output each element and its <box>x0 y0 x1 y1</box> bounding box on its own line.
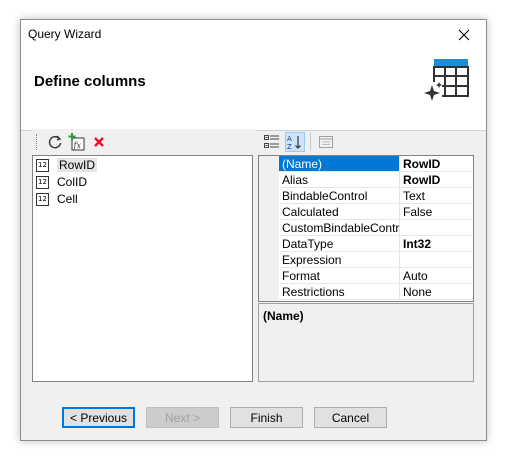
property-name[interactable]: Calculated <box>279 204 400 220</box>
title-bar: Query Wizard <box>21 20 486 49</box>
numeric-type-icon: 12 <box>36 158 49 172</box>
toolbar-separator <box>310 133 311 151</box>
property-name[interactable]: Format <box>279 268 400 284</box>
property-name[interactable]: Restrictions <box>279 284 400 300</box>
property-row[interactable]: Expression <box>259 252 473 268</box>
svg-text:Z: Z <box>287 143 292 150</box>
refresh-icon <box>48 135 62 149</box>
list-item[interactable]: 12 ColID <box>33 174 252 190</box>
row-gutter <box>259 268 279 284</box>
property-name[interactable]: Expression <box>279 252 400 268</box>
sort-az-icon: A Z <box>287 135 301 150</box>
wizard-header: Define columns <box>21 49 486 131</box>
property-value[interactable]: Text <box>400 188 473 204</box>
column-label: ColID <box>57 175 88 189</box>
row-gutter <box>259 252 279 268</box>
row-gutter <box>259 236 279 252</box>
previous-button[interactable]: < Previous <box>62 407 135 428</box>
property-value[interactable]: False <box>400 204 473 220</box>
close-icon <box>458 29 470 40</box>
add-calculated-column-button[interactable]: fx <box>68 133 86 151</box>
next-button[interactable]: Next > <box>146 407 219 428</box>
delete-column-button[interactable] <box>90 133 108 151</box>
property-row[interactable]: Alias RowID <box>259 172 473 188</box>
property-value[interactable]: Int32 <box>400 236 473 252</box>
property-grid[interactable]: (Name) RowID Alias RowID BindableControl Text… <box>258 155 474 302</box>
refresh-button[interactable] <box>46 133 64 151</box>
property-value[interactable] <box>400 252 473 268</box>
row-gutter <box>259 220 279 236</box>
property-row[interactable]: Calculated False <box>259 204 473 220</box>
property-description-panel: (Name) <box>258 303 474 382</box>
property-name[interactable]: DataType <box>279 236 400 252</box>
row-gutter <box>259 172 279 188</box>
column-label: Cell <box>57 192 78 206</box>
delete-icon <box>94 137 104 147</box>
property-value[interactable]: RowID <box>400 156 473 172</box>
property-value[interactable]: RowID <box>400 172 473 188</box>
numeric-type-icon: 12 <box>36 192 49 206</box>
property-name[interactable]: BindableControl <box>279 188 400 204</box>
row-gutter <box>259 188 279 204</box>
numeric-type-icon: 12 <box>36 175 49 189</box>
property-pages-button[interactable] <box>316 132 336 152</box>
categorized-view-button[interactable] <box>262 132 282 152</box>
property-row[interactable]: Restrictions None <box>259 284 473 300</box>
property-name[interactable]: (Name) <box>279 156 400 172</box>
property-row[interactable]: CustomBindableControl <box>259 220 473 236</box>
svg-text:A: A <box>287 135 292 143</box>
property-name[interactable]: Alias <box>279 172 400 188</box>
property-value[interactable]: None <box>400 284 473 300</box>
table-sparkle-icon <box>424 56 472 105</box>
property-row[interactable]: DataType Int32 <box>259 236 473 252</box>
row-gutter <box>259 156 279 172</box>
column-label: RowID <box>57 158 98 172</box>
close-button[interactable] <box>442 20 486 49</box>
columns-list[interactable]: 12 RowID 12 ColID 12 Cell <box>32 155 253 382</box>
list-item[interactable]: 12 RowID <box>33 157 252 173</box>
property-value[interactable] <box>400 220 473 236</box>
property-row[interactable]: BindableControl Text <box>259 188 473 204</box>
property-name[interactable]: CustomBindableControl <box>279 220 400 236</box>
property-row[interactable]: Format Auto <box>259 268 473 284</box>
alphabetical-view-button[interactable]: A Z <box>285 132 305 152</box>
query-wizard-dialog: Query Wizard Define columns fx 12 RowID … <box>20 19 487 441</box>
description-title: (Name) <box>263 309 304 323</box>
toolbar-grip <box>36 134 40 150</box>
finish-button[interactable]: Finish <box>230 407 303 428</box>
property-pages-icon <box>319 136 333 148</box>
page-title: Define columns <box>34 73 146 90</box>
property-value[interactable]: Auto <box>400 268 473 284</box>
row-gutter <box>259 284 279 300</box>
categorized-icon <box>264 135 279 148</box>
add-function-icon: fx <box>68 133 85 151</box>
property-row[interactable]: (Name) RowID <box>259 156 473 172</box>
cancel-button[interactable]: Cancel <box>314 407 387 428</box>
list-item[interactable]: 12 Cell <box>33 191 252 207</box>
window-title: Query Wizard <box>28 27 102 41</box>
svg-text:fx: fx <box>73 141 82 150</box>
row-gutter <box>259 204 279 220</box>
grid-gutter-filler <box>259 300 279 301</box>
columns-toolbar: fx <box>32 129 257 155</box>
properties-toolbar: A Z <box>258 129 478 155</box>
